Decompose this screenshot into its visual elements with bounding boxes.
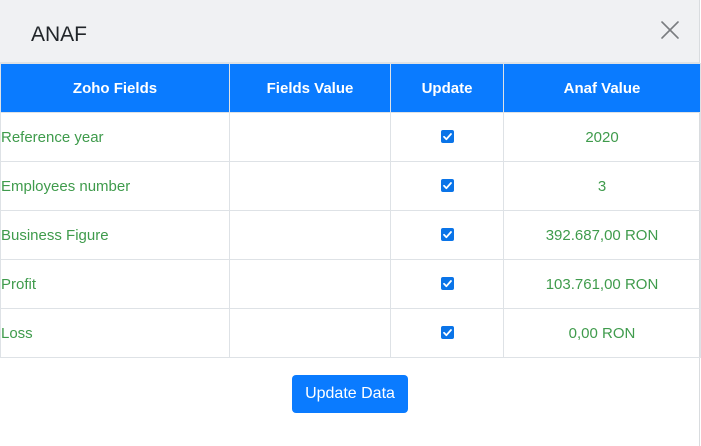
anaf-value-cell: 103.761,00 RON — [503, 259, 701, 309]
modal-footer: Update Data — [0, 358, 700, 446]
zoho-field-cell: Profit — [0, 259, 230, 309]
checkmark-icon — [442, 231, 452, 239]
anaf-value-cell: 3 — [503, 161, 701, 211]
update-checkbox[interactable] — [440, 179, 454, 193]
update-cell — [390, 259, 504, 309]
checkmark-icon — [442, 182, 452, 190]
update-checkbox[interactable] — [440, 326, 454, 340]
update-data-button[interactable]: Update Data — [292, 375, 408, 413]
update-checkbox[interactable] — [440, 277, 454, 291]
modal-title: ANAF — [31, 23, 88, 46]
anaf-value-cell: 392.687,00 RON — [503, 210, 701, 260]
fields-value-cell — [229, 112, 391, 162]
zoho-field-cell: Reference year — [0, 112, 230, 162]
anaf-value-cell: 0,00 RON — [503, 308, 701, 358]
update-checkbox[interactable] — [440, 130, 454, 144]
close-button[interactable] — [656, 16, 684, 44]
table-row: Employees number 3 — [0, 161, 701, 211]
update-checkbox[interactable] — [440, 228, 454, 242]
update-cell — [390, 112, 504, 162]
update-cell — [390, 308, 504, 358]
modal-header: ANAF — [0, 0, 699, 63]
checkmark-icon — [442, 329, 452, 337]
anaf-modal: ANAF Zoho Fields Fields Value Update Ana… — [0, 0, 701, 446]
checkmark-icon — [442, 133, 452, 141]
anaf-value-cell: 2020 — [503, 112, 701, 162]
close-icon — [661, 21, 679, 39]
update-cell — [390, 210, 504, 260]
table-row: Profit 103.761,00 RON — [0, 259, 701, 309]
table-row: Loss 0,00 RON — [0, 308, 701, 358]
column-header-anaf-value: Anaf Value — [503, 63, 701, 113]
fields-value-cell — [229, 259, 391, 309]
fields-value-cell — [229, 161, 391, 211]
fields-value-cell — [229, 308, 391, 358]
zoho-field-cell: Employees number — [0, 161, 230, 211]
column-header-zoho-fields: Zoho Fields — [0, 63, 230, 113]
fields-value-cell — [229, 210, 391, 260]
column-header-fields-value: Fields Value — [229, 63, 391, 113]
column-header-update: Update — [390, 63, 504, 113]
zoho-field-cell: Business Figure — [0, 210, 230, 260]
anaf-fields-table: Zoho Fields Fields Value Update Anaf Val… — [0, 63, 701, 358]
table-row: Reference year 2020 — [0, 112, 701, 162]
update-cell — [390, 161, 504, 211]
table-row: Business Figure 392.687,00 RON — [0, 210, 701, 260]
checkmark-icon — [442, 280, 452, 288]
table-header-row: Zoho Fields Fields Value Update Anaf Val… — [0, 63, 701, 113]
zoho-field-cell: Loss — [0, 308, 230, 358]
